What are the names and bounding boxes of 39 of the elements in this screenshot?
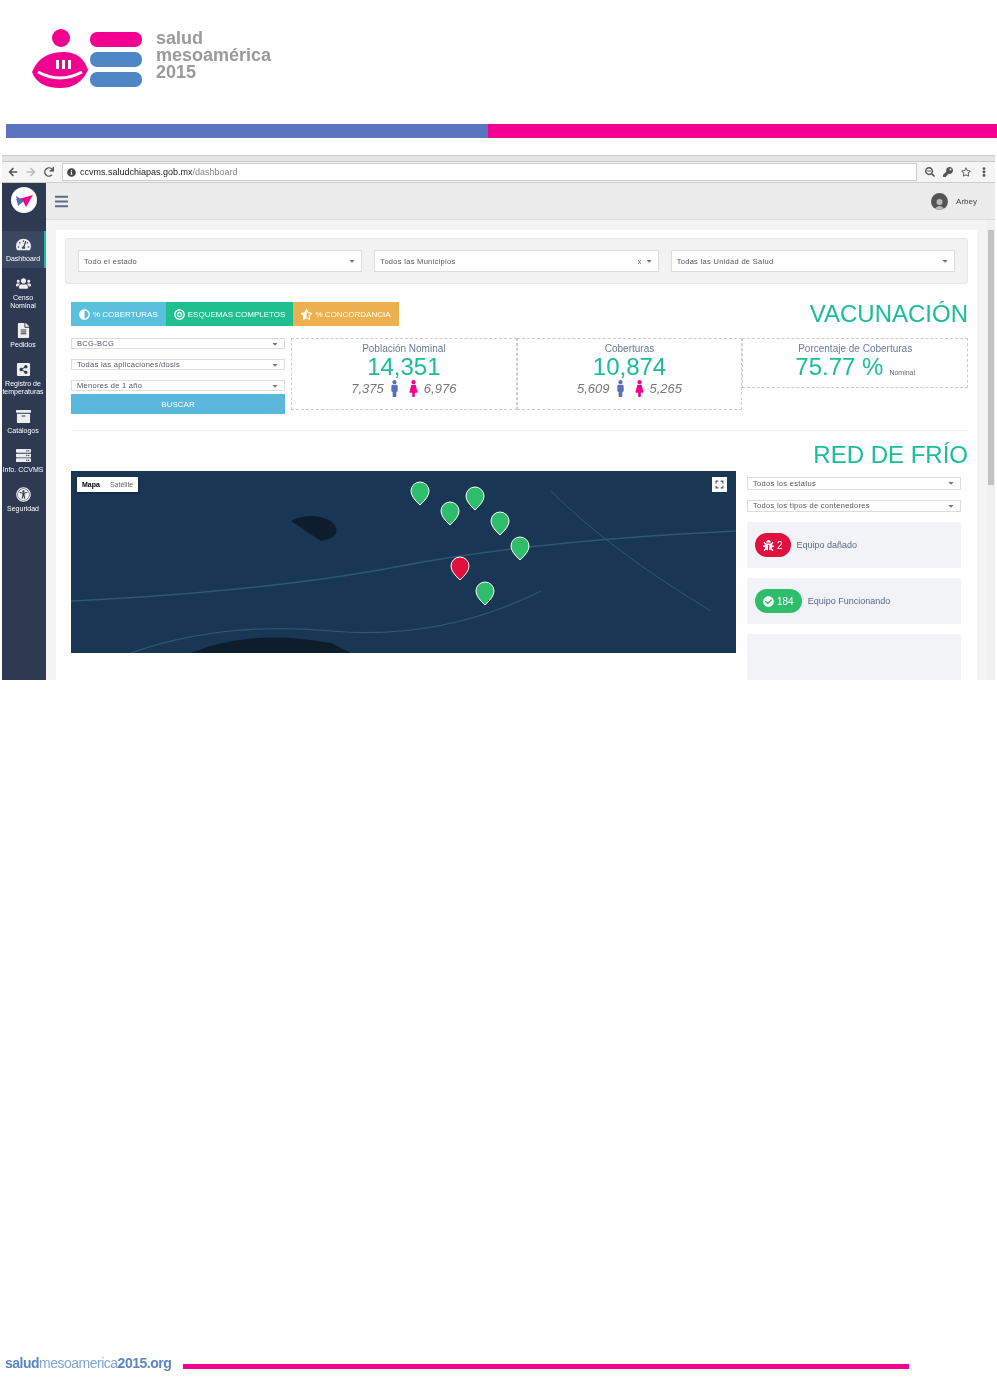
section-title: RED DE FRÍO (813, 441, 968, 469)
target-icon (173, 308, 185, 320)
bug-icon (763, 539, 774, 551)
avatar-icon (931, 192, 949, 210)
star-icon (301, 308, 313, 320)
stat-card: Coberturas 10,874 5,609 5,265 (516, 338, 743, 410)
logo-text: 2015 (156, 63, 198, 81)
zoom-icon[interactable] (925, 167, 935, 177)
count-badge: 184 (755, 589, 802, 613)
gauge-icon (15, 237, 31, 252)
accessibility-icon (15, 487, 31, 502)
key-icon[interactable] (943, 167, 953, 177)
logo-text: mesoamérica (156, 46, 272, 64)
users-icon (15, 276, 31, 291)
fullscreen-icon[interactable] (712, 477, 727, 492)
status-card: 184 Equipo Funcionando (747, 578, 961, 624)
caret-icon (348, 257, 357, 265)
caret-icon (941, 257, 949, 265)
status-card: 2 Equipo dañado (747, 522, 961, 568)
info-icon[interactable] (67, 167, 76, 177)
back-icon[interactable] (8, 167, 18, 177)
section-title: VACUNACIÓN (809, 300, 968, 328)
menu-icon[interactable] (54, 193, 69, 209)
server-icon (15, 448, 31, 463)
caret-icon (644, 257, 653, 265)
document-icon (15, 323, 31, 338)
address-field[interactable]: ccvms.saludchiapas.gob.mx/dashboard (62, 163, 917, 181)
user-name[interactable]: Arbey (956, 196, 977, 206)
share-icon (15, 362, 31, 377)
logo-text: salud (156, 29, 204, 47)
archive-icon (15, 409, 31, 424)
site-url: saludmesoamerica2015.org (5, 1355, 172, 1371)
logo-icon (30, 28, 142, 90)
count-badge: 2 (755, 533, 791, 557)
stat-card: Población Nominal 14,351 7,375 6,976 (291, 338, 517, 410)
star-icon[interactable] (961, 167, 971, 177)
reload-icon[interactable] (44, 167, 54, 177)
check-icon (763, 595, 774, 607)
app-logo-icon (11, 187, 37, 213)
